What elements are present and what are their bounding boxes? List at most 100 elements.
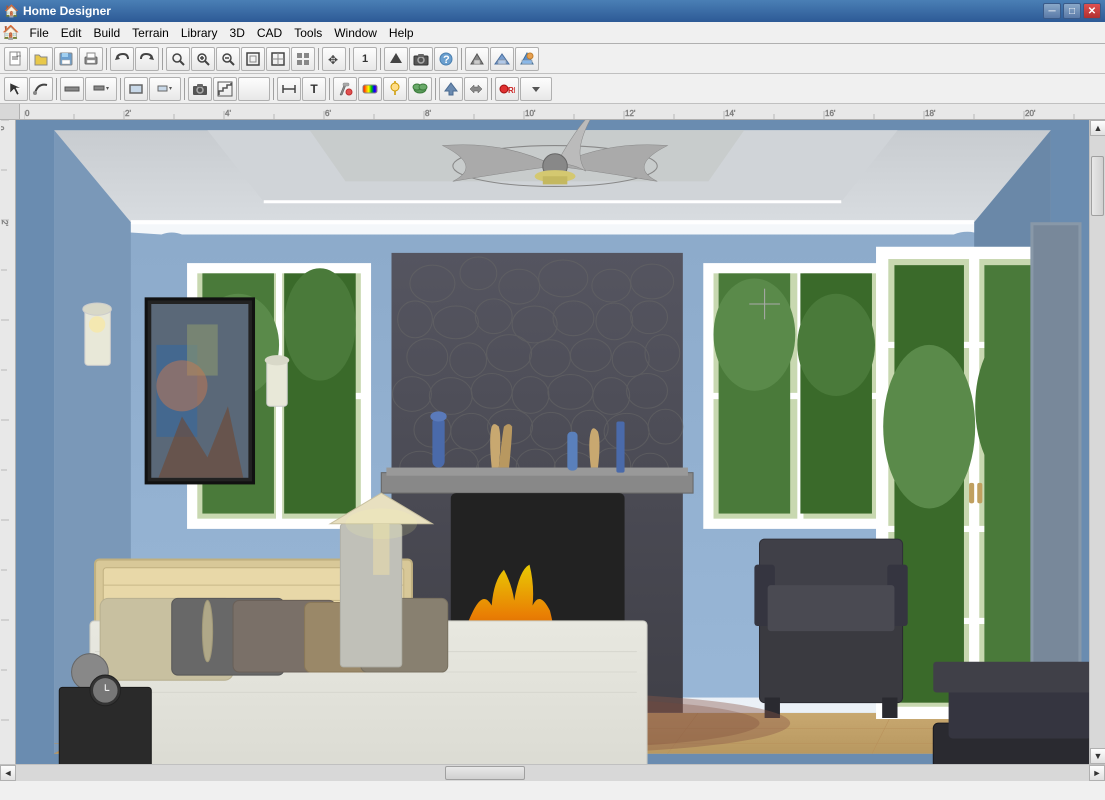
rec-dropdown[interactable] bbox=[520, 77, 552, 101]
sep6 bbox=[461, 48, 462, 70]
svg-text:10': 10' bbox=[525, 109, 536, 118]
menu-file[interactable]: File bbox=[23, 24, 54, 42]
scroll-thumb-horizontal[interactable] bbox=[445, 766, 525, 780]
sep12 bbox=[435, 78, 436, 100]
up-arrow-button[interactable] bbox=[384, 47, 408, 71]
menu-library[interactable]: Library bbox=[175, 24, 224, 42]
fit-button[interactable] bbox=[241, 47, 265, 71]
plan-view-button[interactable] bbox=[266, 47, 290, 71]
plant-tool[interactable] bbox=[408, 77, 432, 101]
sep1 bbox=[106, 48, 107, 70]
svg-text:0: 0 bbox=[25, 109, 30, 118]
app-icon: 🏠 bbox=[4, 4, 19, 18]
text-tool[interactable]: T bbox=[302, 77, 326, 101]
app-title: Home Designer bbox=[23, 4, 111, 18]
toolbar-main: ✥ 1 ? bbox=[0, 44, 1105, 74]
grid-button[interactable] bbox=[291, 47, 315, 71]
fixture-tool[interactable] bbox=[383, 77, 407, 101]
sep2 bbox=[162, 48, 163, 70]
menu-help[interactable]: Help bbox=[383, 24, 420, 42]
floor-plan-button[interactable] bbox=[465, 47, 489, 71]
scrollbar-horizontal[interactable]: ◄ ► bbox=[0, 764, 1105, 780]
workspace: 0 2' 4' 6' 8' 10' 12' 14' 16' 18' 20' 0 bbox=[0, 104, 1105, 780]
menu-terrain[interactable]: Terrain bbox=[126, 24, 175, 42]
open-button[interactable] bbox=[29, 47, 53, 71]
svg-text:12': 12' bbox=[625, 109, 636, 118]
stairs-dropdown[interactable] bbox=[238, 77, 270, 101]
menu-build[interactable]: Build bbox=[87, 24, 126, 42]
menu-bar: 🏠 File Edit Build Terrain Library 3D CAD… bbox=[0, 22, 1105, 44]
main-area: 0 2' bbox=[0, 120, 1105, 764]
print-button[interactable] bbox=[79, 47, 103, 71]
camera-tool[interactable] bbox=[188, 77, 212, 101]
menu-tools[interactable]: Tools bbox=[288, 24, 328, 42]
scrollbar-vertical[interactable]: ▲ ▼ bbox=[1089, 120, 1105, 764]
zoom-out-button[interactable] bbox=[216, 47, 240, 71]
svg-text:16': 16' bbox=[825, 109, 836, 118]
svg-text:6': 6' bbox=[325, 109, 331, 118]
scroll-track-horizontal[interactable] bbox=[16, 765, 1089, 781]
scroll-down-arrow[interactable]: ▼ bbox=[1090, 748, 1105, 764]
zoom-in-button[interactable] bbox=[191, 47, 215, 71]
scroll-left-arrow[interactable]: ◄ bbox=[0, 765, 16, 781]
title-bar-controls: ─ □ ✕ bbox=[1043, 3, 1101, 19]
viewport-3d[interactable] bbox=[16, 120, 1089, 764]
scroll-thumb-vertical[interactable] bbox=[1091, 156, 1104, 216]
sep8 bbox=[120, 78, 121, 100]
maximize-button[interactable]: □ bbox=[1063, 3, 1081, 19]
svg-text:14': 14' bbox=[725, 109, 736, 118]
menu-window[interactable]: Window bbox=[328, 24, 383, 42]
exterior-button[interactable] bbox=[490, 47, 514, 71]
minimize-button[interactable]: ─ bbox=[1043, 3, 1061, 19]
select-tool[interactable] bbox=[4, 77, 28, 101]
camera-button[interactable] bbox=[409, 47, 433, 71]
menu-3d[interactable]: 3D bbox=[224, 24, 251, 42]
ruler-horizontal: 0 2' 4' 6' 8' 10' 12' 14' 16' 18' 20' bbox=[0, 104, 1105, 120]
redo-button[interactable] bbox=[135, 47, 159, 71]
new-button[interactable] bbox=[4, 47, 28, 71]
paint-tool[interactable] bbox=[333, 77, 357, 101]
number-1-button[interactable]: 1 bbox=[353, 47, 377, 71]
undo-button[interactable] bbox=[110, 47, 134, 71]
svg-text:18': 18' bbox=[925, 109, 936, 118]
room-tool[interactable] bbox=[124, 77, 148, 101]
scroll-right-arrow[interactable]: ► bbox=[1089, 765, 1105, 781]
svg-text:4': 4' bbox=[225, 109, 231, 118]
status-bar bbox=[0, 780, 1105, 800]
sep7 bbox=[56, 78, 57, 100]
sep5 bbox=[380, 48, 381, 70]
ruler-corner bbox=[0, 104, 20, 120]
menu-cad[interactable]: CAD bbox=[251, 24, 288, 42]
materials-tool[interactable] bbox=[358, 77, 382, 101]
sep3 bbox=[318, 48, 319, 70]
sep13 bbox=[491, 78, 492, 100]
scroll-track-vertical[interactable] bbox=[1090, 136, 1105, 748]
3d-view-button[interactable] bbox=[515, 47, 539, 71]
sep11 bbox=[329, 78, 330, 100]
svg-text:0: 0 bbox=[1, 126, 5, 131]
zoom-glass-button[interactable] bbox=[166, 47, 190, 71]
ruler-vertical: 0 2' bbox=[0, 120, 16, 764]
svg-text:✥: ✥ bbox=[328, 53, 338, 67]
room-dropdown[interactable] bbox=[149, 77, 181, 101]
toolbar-tools: T REC bbox=[0, 74, 1105, 104]
stairs-tool[interactable] bbox=[213, 77, 237, 101]
arrow-up-tool[interactable] bbox=[439, 77, 463, 101]
dimension-tool[interactable] bbox=[277, 77, 301, 101]
wall-dropdown[interactable] bbox=[85, 77, 117, 101]
transform-tool[interactable] bbox=[464, 77, 488, 101]
title-bar-left: 🏠 Home Designer bbox=[4, 4, 111, 18]
scroll-up-arrow[interactable]: ▲ bbox=[1090, 120, 1105, 136]
svg-text:2': 2' bbox=[125, 109, 131, 118]
close-button[interactable]: ✕ bbox=[1083, 3, 1101, 19]
save-button[interactable] bbox=[54, 47, 78, 71]
sep4 bbox=[349, 48, 350, 70]
wall-tool[interactable] bbox=[60, 77, 84, 101]
svg-text:8': 8' bbox=[425, 109, 431, 118]
move-button[interactable]: ✥ bbox=[322, 47, 346, 71]
menu-edit[interactable]: Edit bbox=[55, 24, 88, 42]
record-button[interactable]: REC bbox=[495, 77, 519, 101]
curve-tool[interactable] bbox=[29, 77, 53, 101]
svg-text:20': 20' bbox=[1025, 109, 1036, 118]
help-button[interactable]: ? bbox=[434, 47, 458, 71]
